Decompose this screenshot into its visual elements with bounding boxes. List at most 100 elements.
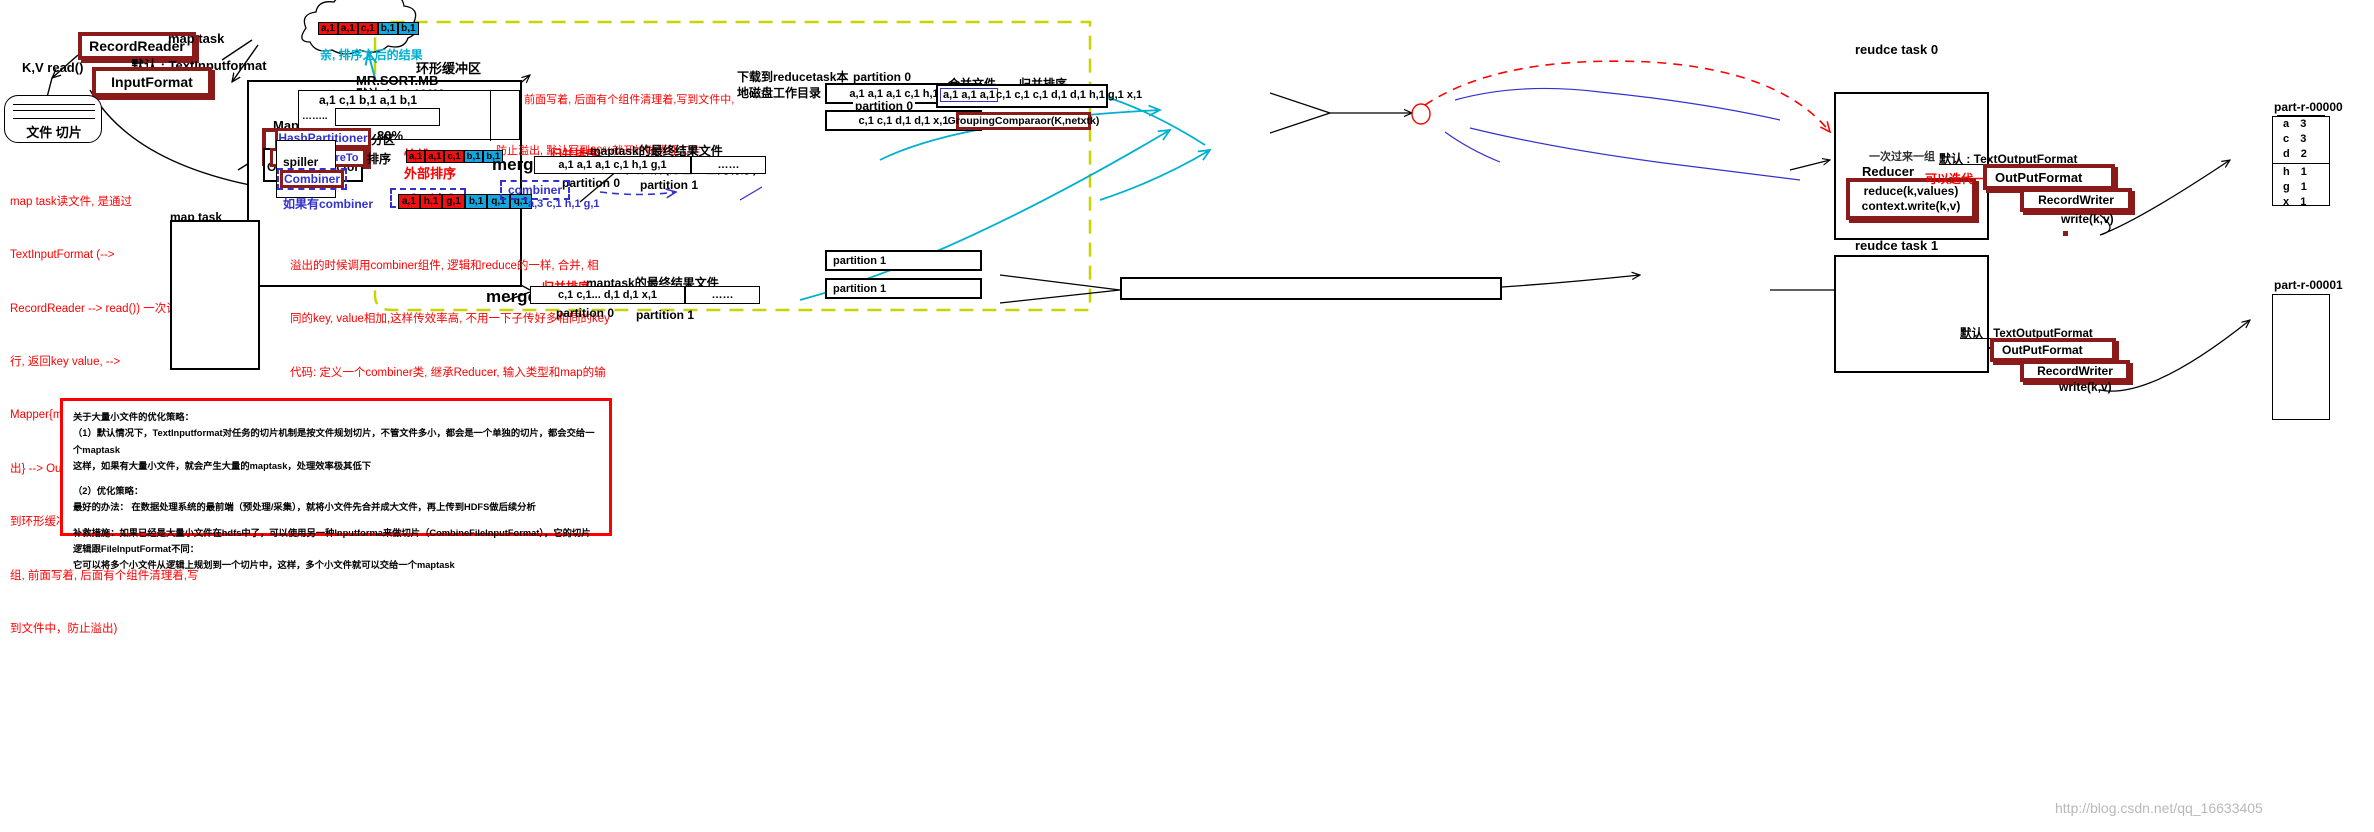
cloud-cell-0: a,1 bbox=[318, 22, 338, 35]
part0-row-3-key: h bbox=[2283, 166, 2290, 178]
cloud-cell-4: b,1 bbox=[398, 22, 419, 35]
reduce-merged-file-box: a,1 a,1 a,1 c,1 c,1 c,1 d,1 d,1 h,1 g,1 … bbox=[936, 84, 1142, 108]
maptask-final-p1-contents: …… bbox=[717, 159, 740, 171]
maptask2-final-partition0: c,1 c,1... d,1 d,1 x,1 bbox=[530, 286, 685, 304]
ring-buffer-contents: a,1 c,1 b,1 a,1 b,1 bbox=[319, 93, 418, 107]
reduce-context-write-label: context.write(k,v) bbox=[1861, 199, 1961, 213]
combiner-label: Combiner bbox=[283, 172, 340, 186]
part-r-00000-title: part-r-00000 bbox=[2274, 100, 2343, 114]
maptask2-final-p1-contents: …… bbox=[711, 289, 734, 301]
bottom-note-line-1: （1）默认情况下，TextInputformat对任务的切片机制是按文件规划切片… bbox=[73, 428, 595, 455]
merge-combiner-label: combiner bbox=[507, 183, 562, 197]
maptask-final-p0-contents: a,1 a,1 a,1 c,1 h,1 g,1 bbox=[558, 159, 667, 171]
combiner-note-line-0: 溢出的时候调用combiner组件, 逻辑和reduce的一样, 合并, 相 bbox=[290, 259, 599, 272]
sorted-note-label: 亲, 排序之后的结果 bbox=[320, 48, 423, 62]
maptask2-final-p0-contents: c,1 c,1... d,1 d,1 x,1 bbox=[557, 289, 658, 301]
inputformat-label: InputFormat bbox=[111, 74, 193, 90]
bottom-note-line-5: 最好的办法： 在数据处理系统的最前端（预处理/采集），就将小文件先合并成大文件，… bbox=[73, 502, 536, 513]
partition1-label-2: partition 1 bbox=[636, 308, 695, 322]
maptask-final-partition1: …… bbox=[691, 156, 766, 174]
bottom-note-line-4: （2）优化策略： bbox=[73, 486, 144, 497]
maptask2-final-partition1: …… bbox=[685, 286, 760, 304]
outputformat-box[interactable]: OutPutFormat bbox=[1983, 164, 2115, 190]
partition-zh-label: 分区 bbox=[371, 133, 396, 147]
grouping-comparator-box[interactable]: GroupingComparaor(K,netxtk) bbox=[948, 112, 1099, 130]
recordwriter-box[interactable]: RecordWriter bbox=[2020, 188, 2132, 212]
outputformat-box-2[interactable]: OutPutFormat bbox=[1990, 338, 2116, 362]
write-kv-label: write(k,v) bbox=[2061, 212, 2114, 226]
combiner-box[interactable]: Combiner bbox=[280, 170, 344, 188]
reduce-partition1-box-a: partition 1 bbox=[825, 250, 982, 271]
part0-row-2-key: d bbox=[2283, 148, 2290, 160]
spill1-cell-1: a,1 bbox=[425, 150, 445, 163]
file-split-label: 文件 切片 bbox=[26, 125, 82, 140]
part-r-00001-title: part-r-00001 bbox=[2274, 278, 2343, 292]
write-kv-label-2: write(k,v) bbox=[2059, 380, 2112, 394]
reduce-partition1-box-b: partition 1 bbox=[825, 278, 982, 299]
inputformat-box[interactable]: InputFormat bbox=[92, 67, 212, 97]
recordwriter-label-2: RecordWriter bbox=[2037, 364, 2113, 378]
if-combiner-label: 如果有combiner bbox=[283, 197, 374, 211]
recordwriter-box-2[interactable]: RecordWriter bbox=[2020, 360, 2130, 382]
cloud-cell-1: a,1 bbox=[337, 22, 358, 35]
partition1-label: partition 1 bbox=[640, 178, 699, 192]
spill1-cell-3: b,1 bbox=[463, 150, 484, 163]
spiller-label: spiller bbox=[283, 155, 319, 169]
partition0-label-2: partition 0 bbox=[556, 306, 615, 320]
outputformat-label-2: OutPutFormat bbox=[2002, 343, 2083, 357]
bottom-note-line-8: 它可以将多个小文件从逻辑上规划到一个切片中，这样，多个小文件就可以交给一个map… bbox=[73, 560, 455, 571]
combiner-note-line-2: 代码: 定义一个combiner类, 继承Reducer, 输入类型和map的输 bbox=[290, 366, 606, 379]
reduce-merged-group: a,1 a,1 a,1 bbox=[940, 88, 998, 102]
sorted-result-cloud: a,1 a,1 c,1 b,1 b,1 bbox=[318, 18, 419, 36]
reduce-task0-title: reudce task 0 bbox=[1855, 42, 1939, 57]
spill-file-1: a,1 a,1 c,1 b,1 b,1 bbox=[406, 146, 504, 164]
part0-row-2-val: 2 bbox=[2300, 148, 2307, 160]
bottom-note-line-6 bbox=[73, 516, 599, 525]
maptask-final-partition0: a,1 a,1 a,1 c,1 h,1 g,1 bbox=[534, 156, 691, 174]
spill2-cell-0: a,1 bbox=[398, 194, 420, 209]
partition0-label: partition 0 bbox=[562, 176, 621, 190]
recordwriter-label: RecordWriter bbox=[2038, 193, 2114, 207]
reducer-label: Reducer bbox=[1862, 164, 1915, 179]
reduce-partition0-label-a: partition 0 bbox=[853, 70, 912, 84]
part0-row-0-key: a bbox=[2283, 118, 2290, 130]
ring-buffer-dots: …….. bbox=[302, 111, 328, 122]
part0-row-1-val: 3 bbox=[2300, 133, 2307, 145]
one-group-label: 一次过来一组 bbox=[1869, 151, 1935, 163]
part-r-00001-box bbox=[2272, 294, 2330, 420]
ring-buffer-inner bbox=[335, 108, 440, 126]
bottom-note-line-2: 这样，如果有大量小文件，就会产生大量的maptask，处理效率极其低下 bbox=[73, 460, 372, 471]
sort-zh-label: 排序 bbox=[367, 152, 392, 166]
part0-row-0-val: 3 bbox=[2300, 118, 2307, 130]
optimization-note-box: 关于大量小文件的优化策略： （1）默认情况下，TextInputformat对任… bbox=[60, 398, 612, 570]
left-note-line-0: map task读文件, 是通过 bbox=[10, 195, 133, 208]
download-line2: 地磁盘工作目录 bbox=[737, 86, 822, 100]
spill1-cell-0: a,1 bbox=[406, 150, 426, 163]
kv-read-label: K,V read() bbox=[22, 60, 84, 75]
external-sort-label: 外部排序 bbox=[404, 166, 457, 181]
map-task-label: map task bbox=[168, 31, 225, 46]
outputformat-label: OutPutFormat bbox=[1995, 169, 2083, 185]
reduce-task1-container bbox=[1834, 255, 1989, 373]
bottom-note-line-7: 补救措施：如果已经是大量小文件在hdfs中了，可以使用另一种Inputforma… bbox=[73, 527, 591, 554]
red-dot-marker bbox=[2063, 231, 2068, 236]
map-task-container-2 bbox=[170, 220, 260, 370]
reduce-merged-partition1-box bbox=[1120, 277, 1502, 300]
top-spill-note-line-0: 数组, 前面写着, 后面有个组件清理着,写到文件中, bbox=[496, 94, 735, 107]
spill2-cell-1: h,1 bbox=[419, 194, 443, 209]
merge-combiner-frame: combiner bbox=[500, 180, 570, 200]
part0-row-4-val: 1 bbox=[2300, 181, 2307, 193]
bottom-note-line-3 bbox=[73, 474, 599, 483]
cloud-cell-3: b,1 bbox=[377, 22, 399, 35]
reduce-partition1-label-a: partition 1 bbox=[833, 255, 887, 267]
ring-buffer-divider bbox=[490, 91, 491, 141]
part0-row-1-key: c bbox=[2283, 133, 2290, 145]
part0-row-5-key: x bbox=[2283, 196, 2290, 208]
merge-combiner-output: a,3 c,1 h,1 g,1 bbox=[528, 198, 600, 210]
cloud-cell-2: c,1 bbox=[357, 22, 378, 35]
diagram-canvas: RecordReader K,V read() 默认 : TextInputfo… bbox=[0, 0, 2374, 832]
spill2-cell-3: b,1 bbox=[464, 194, 488, 209]
spill2-cell-2: g,1 bbox=[442, 194, 465, 209]
part0-row-5-val: 1 bbox=[2300, 196, 2307, 208]
file-split-box: 文件 切片 bbox=[4, 95, 102, 143]
